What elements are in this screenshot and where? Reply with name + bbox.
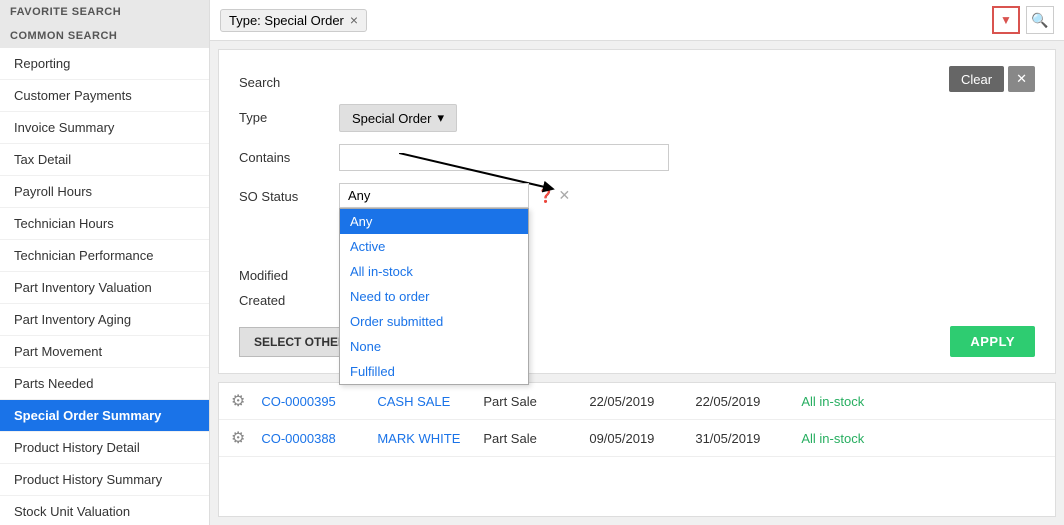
sidebar-item-reporting[interactable]: Reporting [0, 48, 209, 80]
so-status-row: SO Status Any Any [239, 183, 1035, 208]
favorite-search-header: FAVORITE SEARCH [0, 0, 209, 24]
so-status-option-active[interactable]: Active [340, 234, 528, 259]
help-icon[interactable]: ❓ [537, 187, 554, 204]
so-status-value: Any [348, 188, 370, 203]
order-type-1: Part Sale [483, 394, 573, 409]
contains-label: Contains [239, 144, 339, 165]
so-status-option-all-in-stock[interactable]: All in-stock [340, 259, 528, 284]
so-status-option-fulfilled[interactable]: Fulfilled [340, 359, 528, 384]
sidebar-item-tax-detail[interactable]: Tax Detail [0, 144, 209, 176]
sidebar-item-product-history-detail[interactable]: Product History Detail [0, 432, 209, 464]
type-controls: Special Order ▾ [339, 104, 1035, 132]
apply-button[interactable]: APPLY [950, 326, 1035, 357]
search-icon-button[interactable]: 🔍 [1026, 6, 1054, 34]
so-status-container: Any Any Active All in-stock Need to orde… [339, 183, 529, 208]
status-1: All in-stock [801, 394, 891, 409]
sidebar-item-stock-unit-valuation[interactable]: Stock Unit Valuation [0, 496, 209, 525]
type-dropdown[interactable]: Special Order ▾ [339, 104, 457, 132]
status-clear-icon[interactable]: ✕ [558, 187, 570, 204]
so-status-option-any[interactable]: Any [340, 209, 528, 234]
customer-name-1: CASH SALE [377, 394, 467, 409]
date1-2: 09/05/2019 [589, 431, 679, 446]
search-panel: Search Clear ✕ Type Special Order ▾ Cont… [218, 49, 1056, 374]
sidebar-item-special-order-summary[interactable]: Special Order Summary [0, 400, 209, 432]
filter-tag[interactable]: Type: Special Order × [220, 9, 367, 32]
order-type-2: Part Sale [483, 431, 573, 446]
contains-input[interactable] [339, 144, 669, 171]
sidebar-item-product-history-summary[interactable]: Product History Summary [0, 464, 209, 496]
date1-1: 22/05/2019 [589, 394, 679, 409]
type-row: Type Special Order ▾ [239, 104, 1035, 132]
so-status-option-need-to-order[interactable]: Need to order [340, 284, 528, 309]
sidebar: FAVORITE SEARCH COMMON SEARCH Reporting … [0, 0, 210, 525]
chevron-down-icon: ▼ [1000, 13, 1012, 27]
filter-tag-close-icon[interactable]: × [350, 13, 358, 27]
close-panel-button[interactable]: ✕ [1008, 66, 1035, 92]
main-content: Type: Special Order × ▼ 🔍 Search Clear ✕… [210, 0, 1064, 525]
clear-button[interactable]: Clear [949, 66, 1004, 92]
so-status-label: SO Status [239, 183, 339, 204]
table-row: ⚙ CO-0000388 MARK WHITE Part Sale 09/05/… [219, 420, 1055, 457]
sidebar-item-part-movement[interactable]: Part Movement [0, 336, 209, 368]
common-search-header: COMMON SEARCH [0, 24, 209, 48]
type-dropdown-value: Special Order [352, 111, 431, 126]
sidebar-item-payroll-hours[interactable]: Payroll Hours [0, 176, 209, 208]
date2-2: 31/05/2019 [695, 431, 785, 446]
search-label: Search [239, 69, 339, 90]
row-settings-icon-1[interactable]: ⚙ [231, 391, 245, 411]
so-status-dropdown: Any Active All in-stock Need to order Or… [339, 208, 529, 385]
contains-row: Contains [239, 144, 1035, 171]
modified-label: Modified [239, 268, 339, 283]
contains-controls [339, 144, 1035, 171]
dropdown-arrow-button[interactable]: ▼ [992, 6, 1020, 34]
sidebar-item-invoice-summary[interactable]: Invoice Summary [0, 112, 209, 144]
type-label: Type [239, 104, 339, 125]
customer-name-2: MARK WHITE [377, 431, 467, 446]
table-area: ⚙ CO-0000395 CASH SALE Part Sale 22/05/2… [218, 382, 1056, 517]
so-status-option-order-submitted[interactable]: Order submitted [340, 309, 528, 334]
so-status-selected[interactable]: Any [339, 183, 529, 208]
help-clear-icons: ❓ ✕ [537, 183, 570, 204]
order-id-link-2[interactable]: CO-0000388 [261, 431, 361, 446]
table-row: ⚙ CO-0000395 CASH SALE Part Sale 22/05/2… [219, 383, 1055, 420]
sidebar-item-part-inventory-valuation[interactable]: Part Inventory Valuation [0, 272, 209, 304]
sidebar-item-parts-needed[interactable]: Parts Needed [0, 368, 209, 400]
search-icon: 🔍 [1031, 12, 1048, 29]
top-bar: Type: Special Order × ▼ 🔍 [210, 0, 1064, 41]
date2-1: 22/05/2019 [695, 394, 785, 409]
created-label: Created [239, 293, 339, 308]
filter-tag-label: Type: Special Order [229, 13, 344, 28]
sidebar-item-technician-performance[interactable]: Technician Performance [0, 240, 209, 272]
type-dropdown-arrow: ▾ [437, 110, 444, 126]
row-settings-icon-2[interactable]: ⚙ [231, 428, 245, 448]
status-2: All in-stock [801, 431, 891, 446]
sidebar-item-part-inventory-aging[interactable]: Part Inventory Aging [0, 304, 209, 336]
sidebar-item-customer-payments[interactable]: Customer Payments [0, 80, 209, 112]
so-status-option-none[interactable]: None [340, 334, 528, 359]
sidebar-item-technician-hours[interactable]: Technician Hours [0, 208, 209, 240]
order-id-link-1[interactable]: CO-0000395 [261, 394, 361, 409]
